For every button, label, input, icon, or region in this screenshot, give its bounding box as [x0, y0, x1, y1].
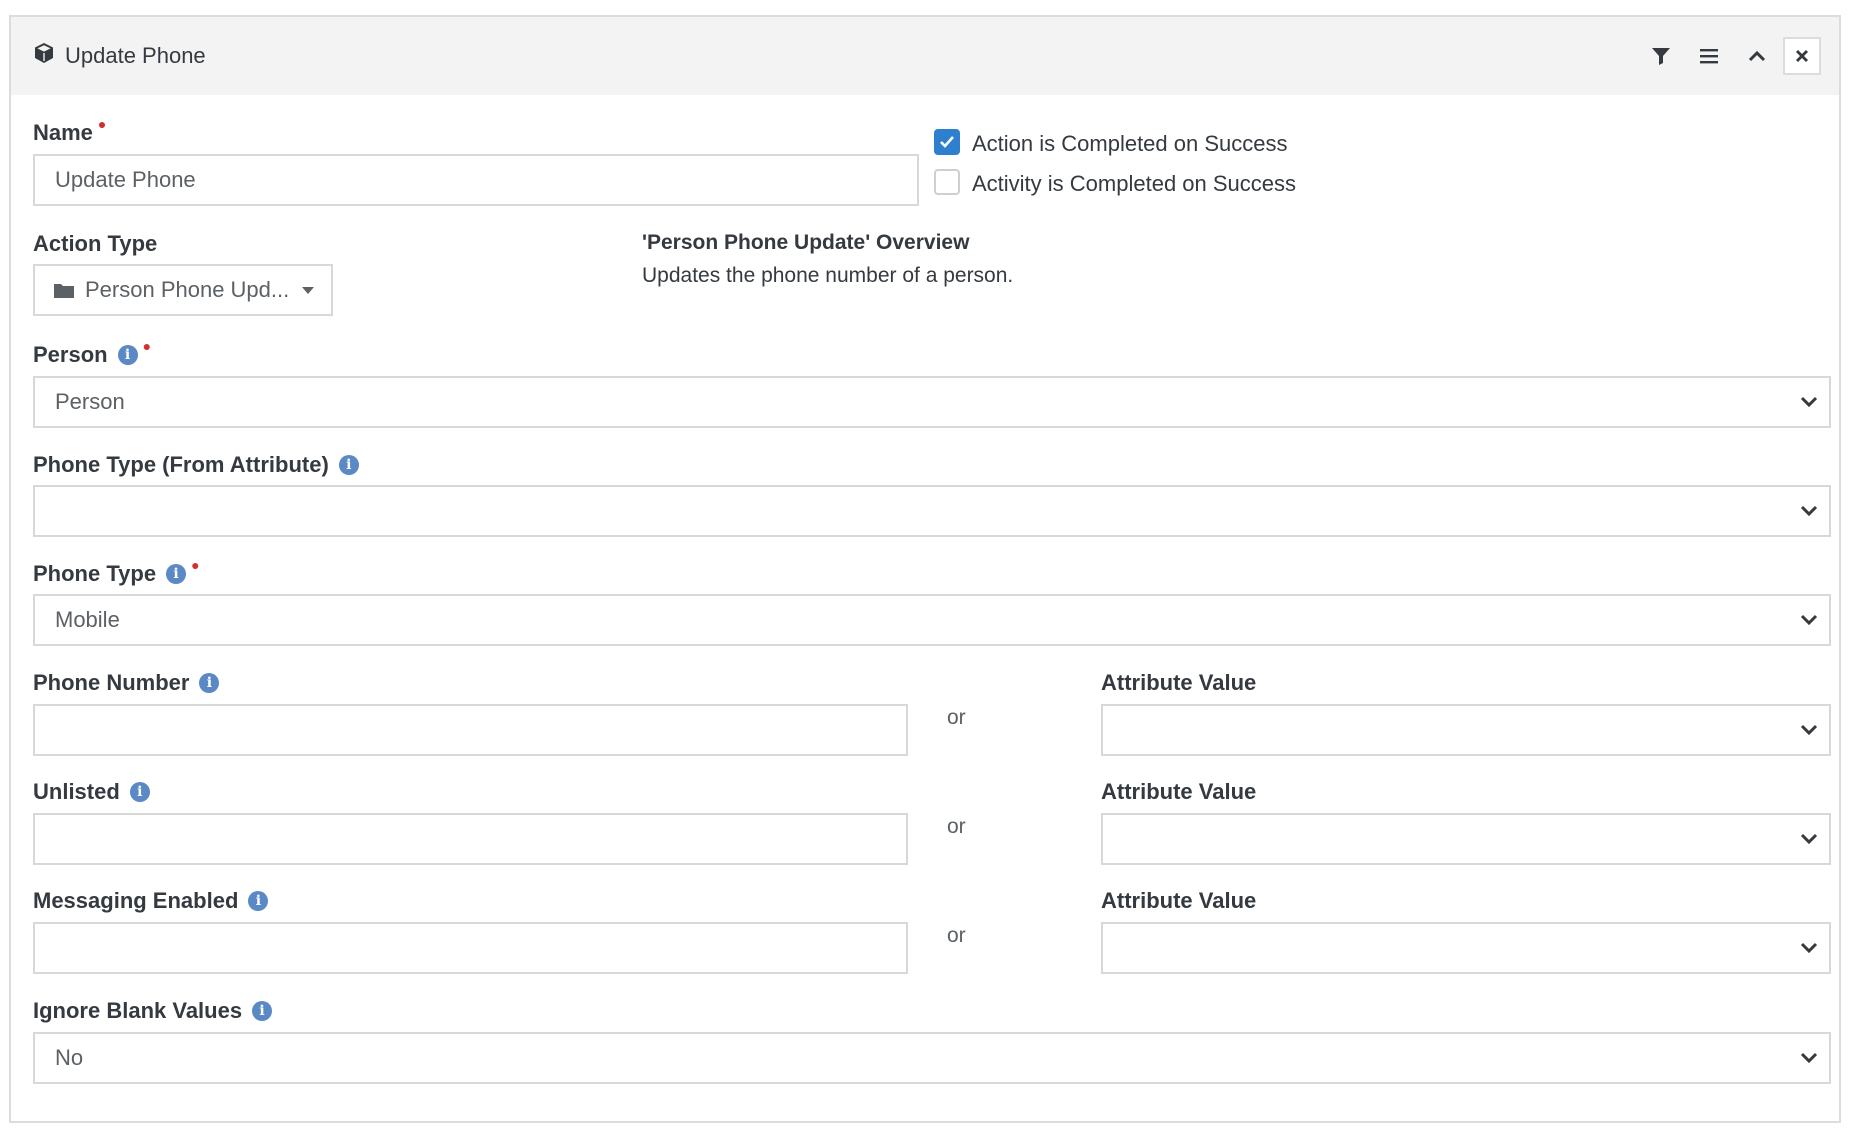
action-type-label-text: Action Type: [33, 231, 158, 256]
chevron-down-icon: [1800, 1052, 1818, 1064]
required-indicator: ●: [191, 557, 200, 573]
ignore-blank-select[interactable]: No: [33, 1032, 1831, 1084]
collapse-button[interactable]: [1735, 34, 1779, 78]
info-icon[interactable]: i: [199, 673, 220, 693]
info-icon[interactable]: i: [338, 455, 359, 475]
phone-number-attribute-label-text: Attribute Value: [1101, 670, 1257, 695]
header-actions: [1635, 17, 1821, 95]
unlisted-attribute-select[interactable]: [1101, 813, 1831, 865]
name-input[interactable]: Update Phone: [33, 154, 919, 206]
required-indicator: ●: [97, 116, 107, 132]
person-select-value: Person: [55, 389, 125, 414]
action-completed-checkbox[interactable]: [934, 129, 960, 155]
action-type-picker[interactable]: Person Phone Upd...: [33, 264, 333, 316]
person-select[interactable]: Person: [33, 376, 1831, 428]
name-label: Name ●: [33, 116, 106, 146]
close-icon: [1796, 50, 1808, 62]
chevron-down-icon: [1800, 505, 1818, 517]
info-icon[interactable]: i: [129, 782, 150, 802]
phone-type-attribute-select[interactable]: [33, 485, 1831, 537]
info-icon[interactable]: i: [252, 1001, 273, 1021]
phone-type-label-text: Phone Type: [33, 561, 157, 586]
unlisted-label: Unlisted i: [33, 779, 150, 805]
overview-text: Updates the phone number of a person.: [642, 264, 1014, 287]
phone-number-attribute-select[interactable]: [1101, 704, 1831, 756]
filter-button[interactable]: [1639, 34, 1683, 78]
cube-icon: [33, 42, 55, 70]
phone-type-label: Phone Type i ●: [33, 557, 200, 587]
workflow-action-panel: Update Phone Name ● Update Phone Action …: [9, 15, 1841, 1123]
folder-icon: [54, 284, 74, 298]
name-label-text: Name: [33, 120, 93, 145]
check-icon: [940, 136, 954, 148]
panel-title[interactable]: Update Phone: [33, 17, 206, 95]
ignore-blank-label: Ignore Blank Values i: [33, 998, 273, 1024]
info-icon[interactable]: i: [248, 891, 269, 911]
person-label: Person i ●: [33, 338, 151, 368]
unlisted-attribute-label: Attribute Value: [1101, 779, 1256, 805]
messaging-enabled-label-text: Messaging Enabled: [33, 888, 239, 913]
person-label-text: Person: [33, 342, 108, 367]
panel-header: Update Phone: [11, 17, 1839, 95]
phone-number-attribute-label: Attribute Value: [1101, 670, 1256, 696]
panel-title-text: Update Phone: [65, 43, 206, 68]
or-separator: or: [947, 924, 966, 947]
phone-type-select-value: Mobile: [55, 607, 120, 632]
chevron-down-icon: [1800, 396, 1818, 408]
chevron-down-icon: [1800, 833, 1818, 845]
close-button[interactable]: [1783, 37, 1821, 75]
info-icon[interactable]: i: [166, 564, 187, 584]
messaging-attribute-label-text: Attribute Value: [1101, 888, 1257, 913]
unlisted-attribute-label-text: Attribute Value: [1101, 779, 1257, 804]
phone-type-attribute-label: Phone Type (From Attribute) i: [33, 452, 359, 478]
or-separator: or: [947, 815, 966, 838]
chevron-up-icon: [1748, 50, 1766, 62]
action-type-label: Action Type: [33, 231, 157, 257]
menu-button[interactable]: [1687, 34, 1731, 78]
phone-number-label: Phone Number i: [33, 670, 220, 696]
action-type-value: Person Phone Upd...: [85, 277, 290, 302]
caret-down-icon: [302, 287, 315, 294]
activity-completed-label[interactable]: Activity is Completed on Success: [972, 171, 1296, 197]
info-icon[interactable]: i: [117, 345, 138, 365]
phone-number-label-text: Phone Number: [33, 670, 190, 695]
messaging-attribute-select[interactable]: [1101, 922, 1831, 974]
activity-completed-checkbox[interactable]: [934, 169, 960, 195]
overview-title: 'Person Phone Update' Overview: [642, 231, 970, 254]
unlisted-label-text: Unlisted: [33, 779, 120, 804]
ignore-blank-value: No: [55, 1045, 84, 1070]
ignore-blank-label-text: Ignore Blank Values: [33, 998, 243, 1023]
name-input-value: Update Phone: [55, 167, 196, 192]
phone-type-select[interactable]: Mobile: [33, 594, 1831, 646]
chevron-down-icon: [1800, 724, 1818, 736]
menu-icon: [1700, 49, 1718, 64]
phone-type-attribute-label-text: Phone Type (From Attribute): [33, 452, 329, 477]
messaging-enabled-label: Messaging Enabled i: [33, 888, 269, 914]
required-indicator: ●: [142, 338, 152, 354]
messaging-enabled-input[interactable]: [33, 922, 908, 974]
filter-icon: [1652, 48, 1670, 65]
or-separator: or: [947, 706, 966, 729]
chevron-down-icon: [1800, 614, 1818, 626]
chevron-down-icon: [1800, 942, 1818, 954]
action-completed-label[interactable]: Action is Completed on Success: [972, 131, 1288, 157]
phone-number-input[interactable]: [33, 704, 908, 756]
unlisted-input[interactable]: [33, 813, 908, 865]
messaging-attribute-label: Attribute Value: [1101, 888, 1256, 914]
